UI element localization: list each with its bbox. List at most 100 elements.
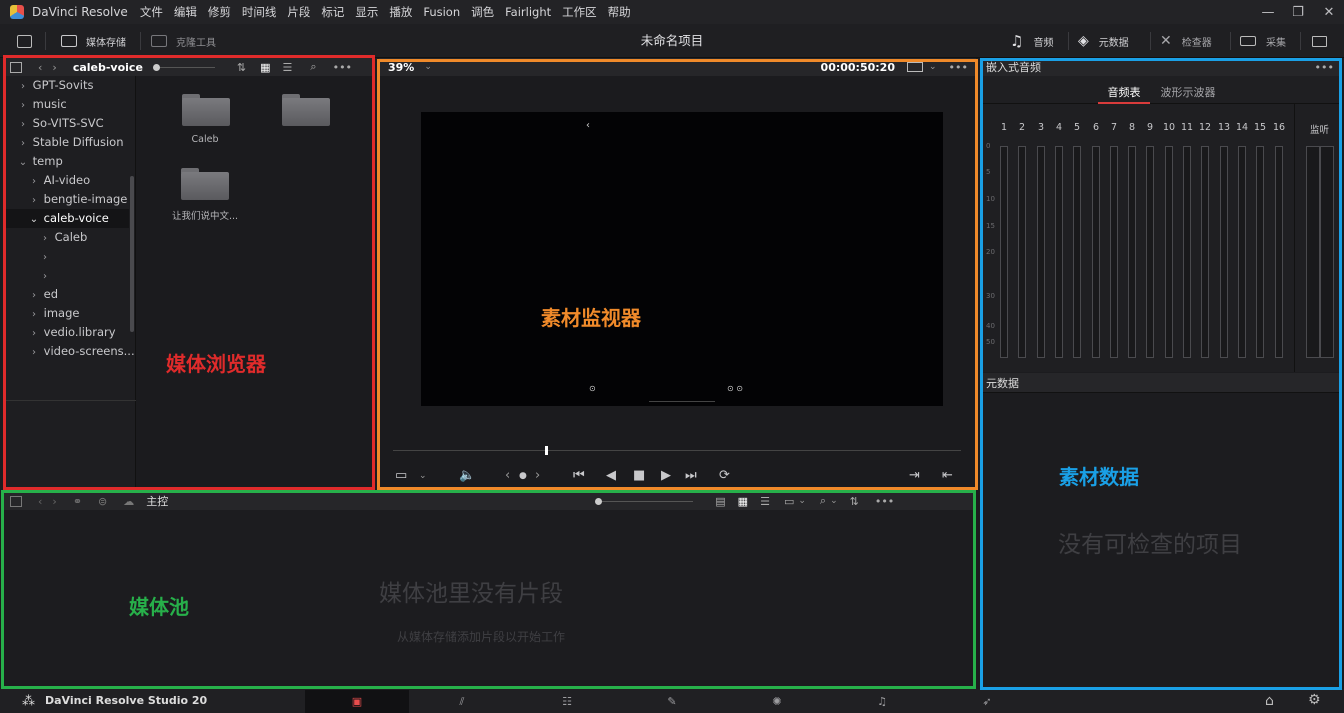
- menu-view[interactable]: 显示: [355, 4, 378, 20]
- slider-knob[interactable]: [152, 63, 160, 71]
- chevron-down-icon[interactable]: ⌄: [424, 62, 432, 72]
- more-options-icon[interactable]: •••: [1315, 61, 1334, 74]
- menu-timeline[interactable]: 时间线: [242, 4, 277, 20]
- zoom-level[interactable]: 39%: [388, 61, 414, 74]
- list-view-icon[interactable]: ☰: [760, 495, 770, 508]
- sort-icon[interactable]: ⇅: [237, 61, 246, 74]
- tree-item-so-vits-svc[interactable]: › So-VITS-SVC: [4, 114, 134, 133]
- playhead[interactable]: [545, 446, 548, 455]
- list-view-icon[interactable]: ☰: [283, 61, 293, 74]
- tree-item-caleb[interactable]: › Caleb: [4, 228, 134, 247]
- menu-mark[interactable]: 标记: [321, 4, 344, 20]
- tree-item-video-screens[interactable]: › video-screens...: [4, 342, 135, 361]
- tree-item-ai-video[interactable]: › AI-video: [4, 171, 134, 190]
- tab-audio-meters[interactable]: 音频表: [1098, 84, 1150, 104]
- gear-icon[interactable]: ⚙: [1308, 692, 1321, 708]
- folder-thumbnail[interactable]: [182, 94, 230, 126]
- jog-left-icon[interactable]: ‹: [505, 468, 510, 484]
- mark-out-icon[interactable]: ⇤: [942, 468, 953, 484]
- tree-item-music[interactable]: › music: [4, 95, 134, 114]
- back-icon[interactable]: ‹: [38, 495, 42, 508]
- menu-trim[interactable]: 修剪: [208, 4, 231, 20]
- menu-fairlight[interactable]: Fairlight: [505, 5, 551, 19]
- menu-workspace[interactable]: 工作区: [562, 4, 597, 20]
- smart-bin-icon[interactable]: ⊜: [98, 495, 107, 508]
- tree-item-image[interactable]: › image: [4, 304, 134, 323]
- page-color[interactable]: ✺: [725, 690, 829, 713]
- thumb-size-slider[interactable]: [152, 63, 215, 71]
- jog-dot-icon[interactable]: ●: [519, 468, 527, 484]
- more-options-icon[interactable]: •••: [333, 61, 352, 74]
- filter-box-icon[interactable]: ▭: [784, 495, 794, 508]
- tree-item-vedio-library[interactable]: › vedio.library: [4, 323, 134, 342]
- page-deliver[interactable]: ➶: [935, 690, 1039, 713]
- tree-item-gpt-sovits[interactable]: › GPT-Sovits: [4, 76, 134, 95]
- stop-icon[interactable]: ■: [633, 468, 645, 484]
- more-options-icon[interactable]: •••: [875, 495, 894, 508]
- restore-button[interactable]: ❐: [1281, 0, 1315, 24]
- mark-in-icon[interactable]: ⇥: [909, 468, 920, 484]
- viewer-mode-icon[interactable]: ▭: [395, 468, 407, 484]
- loop-icon[interactable]: ⟳: [719, 468, 730, 484]
- audio-button[interactable]: ♫ 音频: [1010, 24, 1053, 58]
- grid-view-icon[interactable]: ▦: [738, 495, 748, 508]
- back-icon[interactable]: ‹: [38, 61, 42, 74]
- page-edit[interactable]: ☷: [515, 690, 619, 713]
- thumb-size-slider[interactable]: [595, 497, 694, 505]
- grid-view-icon[interactable]: ▦: [260, 61, 270, 74]
- menu-color[interactable]: 调色: [471, 4, 494, 20]
- tree-item-unnamed-1[interactable]: ›: [4, 247, 134, 266]
- menu-help[interactable]: 帮助: [608, 4, 631, 20]
- volume-icon[interactable]: 🔈: [459, 468, 475, 484]
- play-icon[interactable]: ▶: [661, 468, 671, 484]
- link-icon[interactable]: ⚭: [73, 495, 82, 508]
- tree-item-stable-diffusion[interactable]: › Stable Diffusion: [4, 133, 134, 152]
- forward-icon[interactable]: ›: [52, 495, 56, 508]
- page-cut[interactable]: ⫽: [410, 690, 514, 713]
- sidebar-toggle-icon[interactable]: [10, 495, 22, 507]
- video-frame[interactable]: ‹ ⊙ ⊙ ⊙: [421, 112, 943, 406]
- page-media[interactable]: ▣: [305, 690, 409, 713]
- capture-button[interactable]: 采集: [1240, 24, 1286, 58]
- cloud-icon[interactable]: ☁: [123, 495, 134, 508]
- sort-icon[interactable]: ⇅: [850, 495, 859, 508]
- menu-playback[interactable]: 播放: [389, 4, 412, 20]
- tree-item-ed[interactable]: › ed: [4, 285, 134, 304]
- forward-icon[interactable]: ›: [52, 61, 56, 74]
- folder-thumbnail[interactable]: [181, 168, 229, 200]
- panel-toggle-button[interactable]: [17, 24, 32, 58]
- minimize-button[interactable]: —: [1251, 0, 1285, 24]
- viewer-options-icon[interactable]: [906, 62, 923, 72]
- menu-file[interactable]: 文件: [140, 4, 163, 20]
- search-icon[interactable]: ⌕: [310, 60, 316, 74]
- menu-edit[interactable]: 编辑: [174, 4, 197, 20]
- presentation-button[interactable]: [1312, 24, 1327, 58]
- slider-knob[interactable]: [595, 497, 603, 505]
- tree-item-temp[interactable]: ⌄ temp: [4, 152, 134, 171]
- sidebar-toggle-icon[interactable]: [10, 61, 22, 73]
- page-fusion[interactable]: ✎: [620, 690, 724, 713]
- metadata-button[interactable]: ◈ 元数据: [1078, 24, 1129, 58]
- media-storage-button[interactable]: 媒体存储: [61, 24, 126, 58]
- chevron-down-icon[interactable]: ⌄: [798, 496, 806, 506]
- scrubber-track[interactable]: [393, 450, 961, 451]
- tree-item-unnamed-2[interactable]: ›: [4, 266, 134, 285]
- menu-fusion[interactable]: Fusion: [423, 5, 460, 19]
- go-to-end-icon[interactable]: ⏭: [685, 468, 697, 484]
- more-options-icon[interactable]: •••: [949, 61, 968, 74]
- jog-right-icon[interactable]: ›: [535, 468, 540, 484]
- clone-tool-button[interactable]: 克隆工具: [151, 24, 216, 58]
- tree-item-caleb-voice[interactable]: ⌄ caleb-voice: [4, 209, 129, 228]
- chevron-down-icon[interactable]: ⌄: [419, 468, 427, 484]
- page-fairlight[interactable]: ♫: [830, 690, 934, 713]
- menu-clip[interactable]: 片段: [287, 4, 310, 20]
- chevron-down-icon[interactable]: ⌄: [929, 62, 937, 72]
- metadata-view-icon[interactable]: ▤: [715, 495, 725, 508]
- go-to-start-icon[interactable]: ⏮: [573, 468, 585, 484]
- folder-thumbnail[interactable]: [282, 94, 330, 126]
- tree-scrollbar[interactable]: [130, 176, 134, 332]
- tab-waveform-scope[interactable]: 波形示波器: [1158, 84, 1218, 104]
- chevron-down-icon[interactable]: ⌄: [830, 496, 838, 506]
- tree-item-bengtie-image[interactable]: › bengtie-image: [4, 190, 134, 209]
- inspector-button[interactable]: ✕ 检查器: [1160, 24, 1212, 58]
